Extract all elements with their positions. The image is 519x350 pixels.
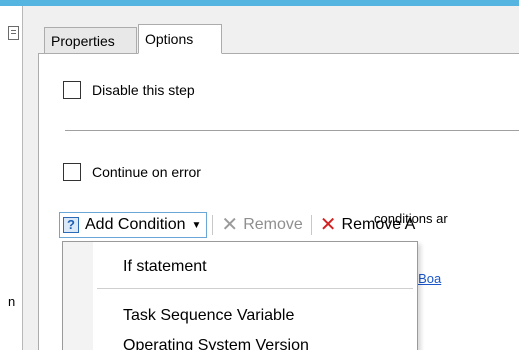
remove-label: Remove — [243, 216, 303, 233]
step-icon — [8, 26, 19, 40]
conditions-toolbar: ? Add Condition ▼ ✕ Remove ✕ Remove A — [59, 212, 418, 238]
sequence-tree-pane[interactable]: n — [0, 6, 23, 350]
checkbox-box[interactable] — [63, 81, 81, 99]
conditions-hint-text: conditions ar — [374, 211, 448, 226]
menu-item-operating-system-version[interactable]: Operating System Version — [123, 337, 309, 350]
tab-properties[interactable]: Properties — [44, 27, 137, 54]
disable-step-checkbox[interactable]: Disable this step — [63, 80, 195, 100]
toolbar-separator — [212, 215, 214, 235]
menu-icon-gutter — [63, 242, 93, 350]
continue-on-error-checkbox[interactable]: Continue on error — [63, 162, 201, 182]
toolbar-separator — [310, 215, 312, 235]
tree-item-fragment[interactable]: n — [8, 294, 15, 309]
tab-options[interactable]: Options — [138, 24, 222, 54]
add-condition-label: Add Condition — [85, 216, 186, 233]
disable-step-label: Disable this step — [92, 82, 195, 98]
checkbox-box[interactable] — [63, 163, 81, 181]
x-red-icon: ✕ — [319, 214, 337, 236]
help-question-icon: ? — [63, 217, 79, 233]
continue-on-error-label: Continue on error — [92, 164, 201, 180]
menu-item-if-statement[interactable]: If statement — [123, 258, 207, 276]
add-condition-button[interactable]: ? Add Condition ▼ — [59, 212, 208, 238]
task-sequence-editor: n Properties Options Disable this step C… — [0, 0, 519, 350]
chevron-down-icon: ▼ — [191, 219, 202, 231]
remove-button[interactable]: ✕ Remove — [218, 212, 305, 238]
menu-item-task-sequence-variable[interactable]: Task Sequence Variable — [123, 307, 294, 325]
menu-separator — [97, 288, 413, 289]
add-condition-menu: If statement Task Sequence Variable Oper… — [62, 241, 418, 350]
x-gray-icon: ✕ — [221, 214, 239, 236]
divider — [65, 130, 519, 131]
window-accent-bar — [0, 0, 519, 6]
